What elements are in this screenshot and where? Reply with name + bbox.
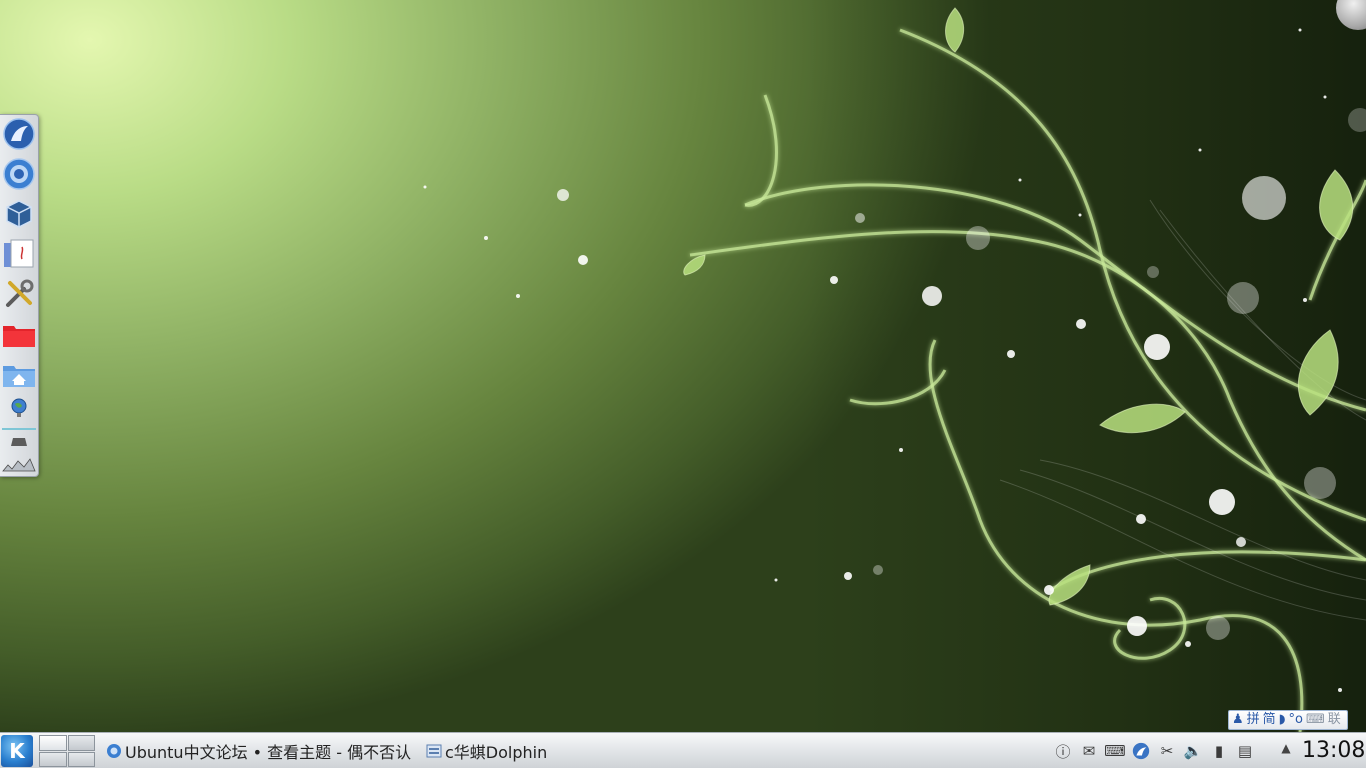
volume-icon[interactable]: 🔈 bbox=[1182, 740, 1204, 762]
pager-desktop-1[interactable] bbox=[39, 735, 67, 751]
pager-desktop-4[interactable] bbox=[67, 751, 95, 767]
keyboard-icon[interactable]: ⌨ bbox=[1104, 740, 1126, 762]
task-dolphin-label: c华蜞Dolphin bbox=[445, 743, 548, 762]
ime-pinyin-button[interactable]: 拼 bbox=[1247, 711, 1260, 729]
pager-desktop-2[interactable] bbox=[67, 735, 95, 751]
launcher-divider bbox=[2, 428, 36, 430]
battery-icon[interactable]: ▮ bbox=[1208, 740, 1230, 762]
task-browser[interactable]: Ubuntu中文论坛 • 查看主题 - 偶不否认 bbox=[106, 736, 424, 766]
virtualbox-icon[interactable] bbox=[2, 197, 36, 231]
kwrite-editor-icon[interactable] bbox=[2, 237, 36, 271]
home-folder-icon[interactable] bbox=[2, 357, 36, 391]
desktop-pager bbox=[39, 735, 95, 767]
task-dolphin[interactable]: c华蜞Dolphin bbox=[426, 736, 576, 766]
red-folder-icon[interactable] bbox=[2, 317, 36, 351]
task-manager: Ubuntu中文论坛 • 查看主题 - 偶不否认 c华蜞Dolphin bbox=[106, 735, 646, 767]
network-globe-icon[interactable] bbox=[2, 392, 36, 426]
ime-keyboard-icon[interactable]: ⌨ bbox=[1306, 711, 1325, 729]
penguin-icon: ♟ bbox=[1232, 712, 1244, 727]
kde-launcher-icon[interactable] bbox=[2, 117, 36, 151]
notes-icon[interactable]: ▤ bbox=[1234, 740, 1256, 762]
ime-halfwidth-icon[interactable]: ◗ bbox=[1279, 711, 1286, 729]
kde-updater-icon[interactable] bbox=[1130, 740, 1152, 762]
system-settings-icon[interactable] bbox=[2, 277, 36, 311]
taskbar: K Ubuntu中文论坛 • 查看主题 - 偶不否认 c华蜞Dolphin ⓘ … bbox=[0, 732, 1366, 768]
desktop-wallpaper bbox=[423, 7, 1366, 732]
chrome-icon bbox=[107, 744, 121, 758]
ime-simplified-button[interactable]: 简 bbox=[1263, 711, 1276, 729]
ime-punctuation-icon[interactable]: °o bbox=[1289, 711, 1303, 729]
quick-launch-panel bbox=[0, 114, 39, 477]
drive-icon[interactable] bbox=[2, 433, 36, 451]
info-icon[interactable]: ⓘ bbox=[1052, 740, 1074, 762]
kickoff-menu-button[interactable]: K bbox=[1, 735, 33, 767]
dolphin-icon bbox=[426, 744, 442, 758]
ime-connect-button[interactable]: 联 bbox=[1328, 711, 1341, 729]
clock[interactable]: 13:08 bbox=[1302, 736, 1365, 766]
pager-desktop-3[interactable] bbox=[39, 751, 67, 767]
trash-icon[interactable] bbox=[2, 453, 36, 473]
chrome-browser-icon[interactable] bbox=[2, 157, 36, 191]
task-browser-label: Ubuntu中文论坛 • 查看主题 - 偶不否认 bbox=[125, 743, 412, 762]
clipboard-scissors-icon[interactable]: ✂ bbox=[1156, 740, 1178, 762]
klipper-icon[interactable]: ✉ bbox=[1078, 740, 1100, 762]
input-method-bar: ♟ 拼 简 ◗ °o ⌨ 联 bbox=[1228, 710, 1348, 730]
tray-expand-arrow[interactable]: ▲ bbox=[1278, 741, 1294, 759]
system-tray: ⓘ ✉ ⌨ ✂ 🔈 ▮ ▤ bbox=[1052, 739, 1256, 763]
